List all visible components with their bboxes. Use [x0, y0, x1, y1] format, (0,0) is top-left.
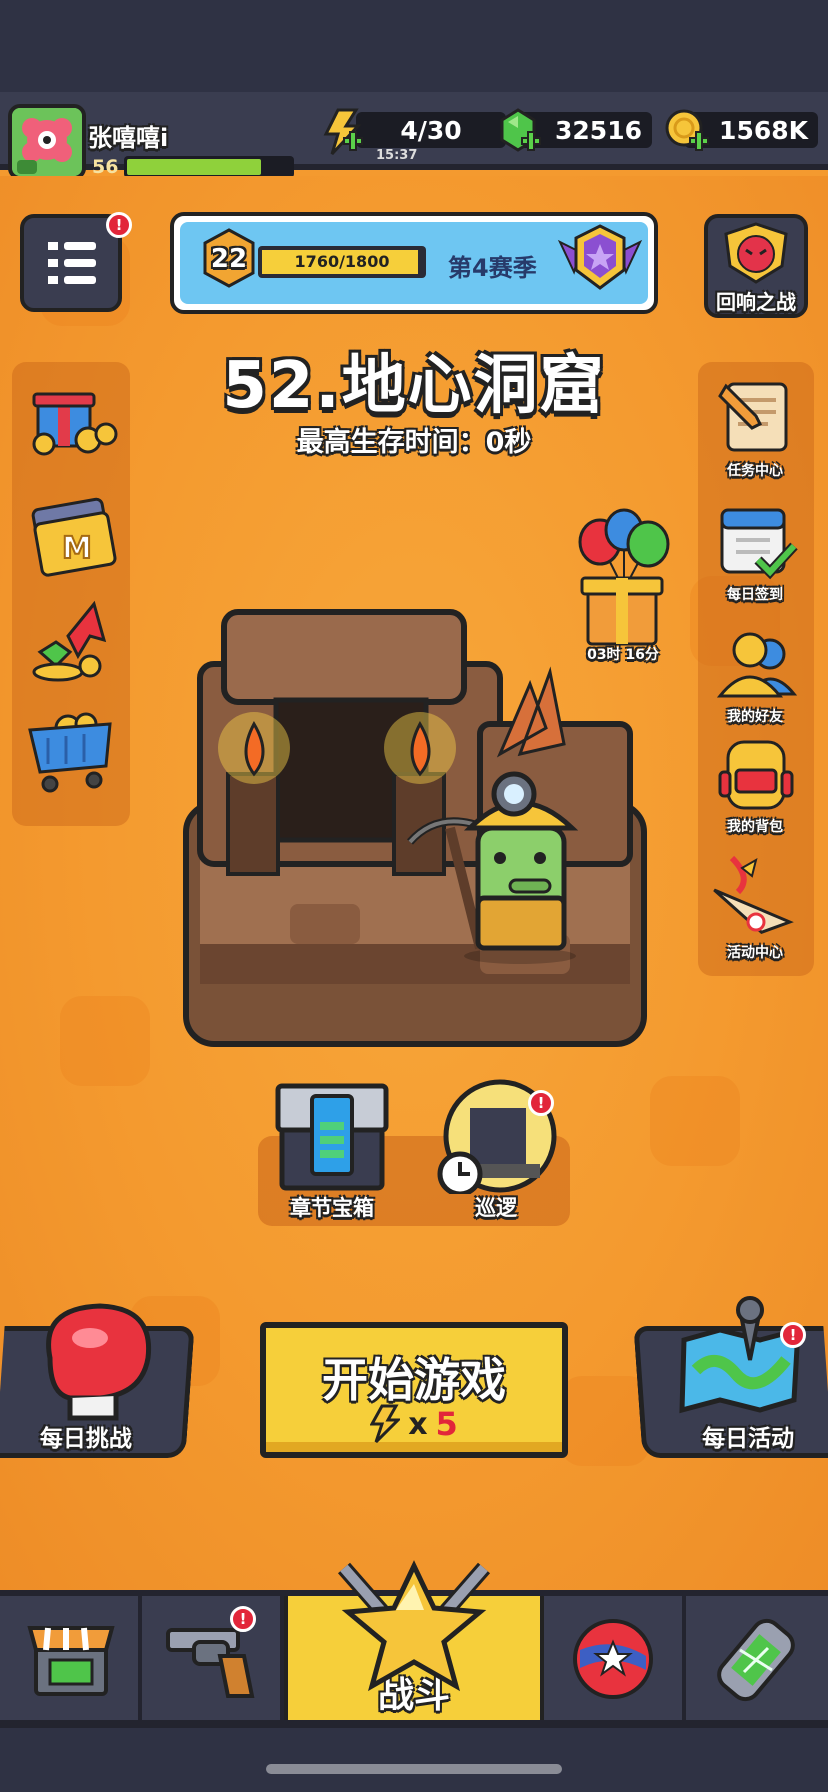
xp-bar-fill [127, 159, 262, 175]
chest-icon [275, 1083, 389, 1191]
demon-shield-icon [724, 222, 788, 284]
player-level: 56 [92, 156, 119, 178]
player-avatar[interactable] [8, 104, 86, 180]
flower-monster-icon [12, 108, 82, 176]
energy-timer: 15:37 [376, 148, 418, 163]
season-rank-badge-icon [557, 224, 643, 290]
friends-button[interactable]: 我的好友 [700, 624, 810, 726]
menu-alert-badge: ! [106, 212, 132, 238]
svg-text:M: M [62, 531, 92, 566]
nav-tab-talents[interactable] [544, 1596, 686, 1720]
quest-center-label: 任务中心 [727, 463, 783, 479]
nav-tab-shop[interactable] [0, 1596, 142, 1720]
m-card-icon: M [31, 497, 117, 577]
xp-bar [124, 156, 294, 178]
gift-pack-button[interactable] [24, 378, 120, 466]
energy-counter[interactable]: 4/30 15:37 [323, 108, 506, 163]
growth-arrow-icon [32, 600, 107, 682]
quest-center-button[interactable]: 任务中心 [700, 376, 810, 480]
list-menu-icon [48, 242, 96, 284]
home-indicator[interactable] [266, 1764, 562, 1774]
season-progress-text: 1760/1800 [294, 252, 390, 271]
gem-icon [500, 108, 541, 152]
treasure-map-icon [679, 1296, 801, 1414]
scroll-pencil-icon [718, 382, 788, 452]
gold-counter[interactable]: 1568K [665, 109, 818, 151]
lightning-icon [323, 108, 363, 156]
growth-fund-button[interactable] [28, 596, 118, 690]
friends-icon [716, 632, 798, 698]
event-center-label: 活动中心 [727, 945, 783, 961]
calendar-check-icon [720, 508, 798, 580]
start-cost-value: 5 [435, 1405, 458, 1443]
patrol-label: 巡逻 [475, 1196, 517, 1220]
dna-capsule-icon [717, 1618, 795, 1702]
nav-tab-evolution[interactable] [686, 1596, 828, 1720]
season-level: 22 [210, 244, 248, 274]
gold-coin-icon [665, 109, 709, 151]
daily-challenge-label: 每日挑战 [39, 1426, 132, 1452]
chapter-chest-button[interactable]: 章节宝箱 [272, 1082, 392, 1222]
shopping-cart-icon [28, 712, 112, 793]
nav-tab-weapons[interactable]: ! [142, 1596, 284, 1720]
monthly-card-button[interactable]: M [26, 496, 120, 584]
season-label: 第4赛季 [448, 254, 537, 282]
daily-checkin-label: 每日签到 [727, 587, 783, 603]
backpack-label: 我的背包 [727, 819, 783, 835]
status-bar [0, 0, 828, 92]
start-game-button[interactable]: 开始游戏 x 5 [260, 1322, 568, 1458]
daily-checkin-button[interactable]: 每日签到 [700, 500, 810, 604]
chapter-chest-label: 章节宝箱 [290, 1196, 374, 1220]
miner-zombie-character [407, 771, 579, 964]
party-popper-icon [713, 855, 794, 935]
player-name: 张嘻嘻i [88, 124, 169, 152]
home-indicator-area [0, 1728, 828, 1792]
battle-star-swords-icon [337, 1560, 491, 1692]
gem-counter[interactable]: 32516 [500, 108, 652, 152]
boxing-glove-icon [46, 1303, 152, 1421]
backpack-icon [718, 740, 794, 810]
start-game-label: 开始游戏 [322, 1353, 506, 1407]
daily-activity-alert-badge: ! [780, 1322, 806, 1348]
season-panel[interactable]: 22 1760/1800 第4赛季 [170, 212, 658, 314]
patrol-button[interactable]: ! 巡逻 [430, 1078, 562, 1222]
energy-cost-icon [370, 1404, 401, 1444]
daily-activity-label: 每日活动 [702, 1426, 795, 1452]
friends-label: 我的好友 [727, 709, 783, 725]
echo-battle-button[interactable]: 回响之战 [704, 214, 808, 318]
star-orb-icon [573, 1619, 653, 1699]
weapons-alert-badge: ! [230, 1606, 256, 1632]
backpack-button[interactable]: 我的背包 [700, 736, 810, 836]
echo-battle-label: 回响之战 [716, 290, 796, 314]
gift-box-icon [32, 392, 118, 456]
start-cost-prefix: x [408, 1406, 428, 1442]
patrol-alert-badge: ! [528, 1090, 554, 1116]
shop-cart-button[interactable] [24, 700, 120, 804]
event-center-button[interactable]: 活动中心 [700, 848, 810, 962]
menu-button[interactable]: ! [20, 212, 132, 312]
energy-value: 4/30 [356, 112, 506, 148]
shop-stall-icon [27, 1626, 115, 1696]
